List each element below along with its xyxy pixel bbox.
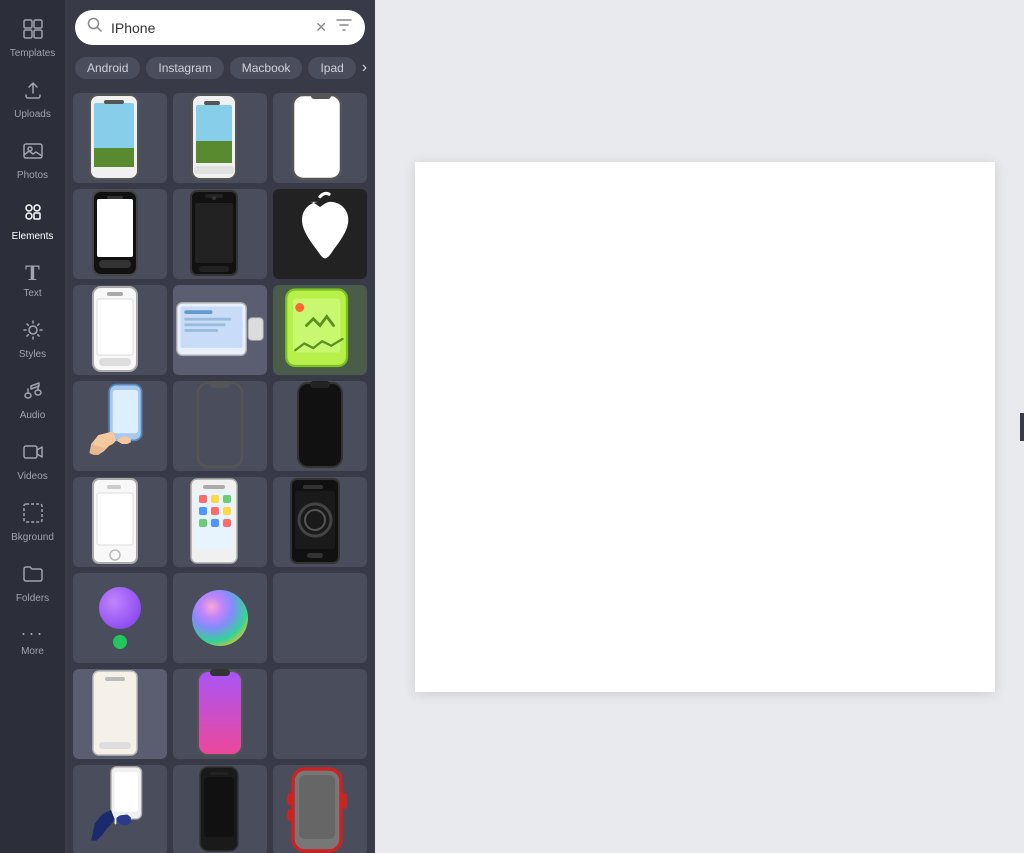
tag-android[interactable]: Android [75, 57, 140, 79]
grid-row-6 [73, 573, 367, 663]
grid-row-1 [73, 93, 367, 183]
purple-sphere [99, 587, 141, 629]
result-item-15[interactable] [273, 477, 367, 567]
sidebar-item-elements[interactable]: Elements [0, 191, 65, 252]
result-item-empty[interactable] [273, 573, 367, 663]
sidebar-item-label: More [21, 646, 44, 657]
result-item-4[interactable] [73, 189, 167, 279]
result-item-5[interactable] [173, 189, 267, 279]
tag-bar: Android Instagram Macbook Ipad › [65, 53, 375, 87]
canvas-area [375, 0, 1024, 853]
audio-icon [22, 380, 44, 406]
templates-icon [22, 18, 44, 44]
grid-row-2 [73, 189, 367, 279]
folders-icon [22, 563, 44, 589]
sidebar-item-photos[interactable]: Photos [0, 130, 65, 191]
more-icon: ··· [21, 624, 45, 642]
tag-ipad[interactable]: Ipad [308, 57, 355, 79]
result-item-spheres[interactable] [73, 573, 167, 663]
result-item-14[interactable] [173, 477, 267, 567]
sidebar-item-uploads[interactable]: Uploads [0, 69, 65, 130]
result-item-gradient-phone[interactable] [173, 669, 267, 759]
result-item-apple-logo[interactable] [273, 189, 367, 279]
canvas-page [415, 162, 995, 692]
tag-macbook[interactable]: Macbook [230, 57, 303, 79]
elements-icon [22, 201, 44, 227]
clear-icon[interactable]: ✕ [315, 19, 327, 36]
sidebar-item-label: Text [23, 288, 41, 299]
sidebar-item-audio[interactable]: Audio [0, 370, 65, 431]
grid-row-7 [73, 669, 367, 759]
green-dot [113, 635, 127, 649]
sidebar-item-label: Styles [19, 349, 46, 360]
result-item-12[interactable] [273, 381, 367, 471]
sidebar-item-label: Folders [16, 593, 49, 604]
sidebar-item-videos[interactable]: Videos [0, 431, 65, 492]
result-item-8[interactable] [173, 285, 267, 375]
result-item-11[interactable] [173, 381, 267, 471]
result-item-7[interactable] [73, 285, 167, 375]
search-bar: ✕ [65, 0, 375, 53]
grid-row-8 [73, 765, 367, 853]
result-item-hand-phone[interactable] [73, 765, 167, 853]
result-item-9[interactable] [273, 285, 367, 375]
sidebar-item-label: Templates [10, 48, 56, 59]
search-icon [87, 17, 103, 38]
grid-row-4 [73, 381, 367, 471]
search-input-wrap: ✕ [75, 10, 365, 45]
sidebar-item-label: Videos [17, 471, 47, 482]
result-item-apple-phone[interactable] [73, 669, 167, 759]
result-item-red-case[interactable] [273, 765, 367, 853]
tags-next-arrow[interactable]: › [362, 59, 367, 77]
sidebar-item-label: Elements [12, 231, 54, 242]
text-icon: T [25, 262, 40, 284]
result-item-2[interactable] [173, 93, 267, 183]
tag-instagram[interactable]: Instagram [146, 57, 223, 79]
result-item-10[interactable] [73, 381, 167, 471]
search-input[interactable] [111, 20, 307, 36]
sidebar-item-more[interactable]: ··· More [0, 614, 65, 667]
sidebar-item-label: Uploads [14, 109, 51, 120]
sidebar-item-templates[interactable]: Templates [0, 8, 65, 69]
rainbow-sphere [192, 590, 248, 646]
sidebar-item-folders[interactable]: Folders [0, 553, 65, 614]
result-item-1[interactable] [73, 93, 167, 183]
uploads-icon [22, 79, 44, 105]
grid-row-3 [73, 285, 367, 375]
sidebar-item-styles[interactable]: Styles [0, 309, 65, 370]
result-item-3[interactable] [273, 93, 367, 183]
search-results-grid [65, 87, 375, 853]
result-item-17[interactable] [273, 669, 367, 759]
grid-row-5 [73, 477, 367, 567]
result-item-rainbow-sphere[interactable] [173, 573, 267, 663]
sidebar-item-label: Photos [17, 170, 48, 181]
result-item-dark-slim[interactable] [173, 765, 267, 853]
elements-panel: ✕ Android Instagram Macbook Ipad › [65, 0, 375, 853]
sidebar-item-text[interactable]: T Text [0, 252, 65, 309]
photos-icon [22, 140, 44, 166]
sidebar-item-label: Audio [20, 410, 46, 421]
videos-icon [22, 441, 44, 467]
background-icon [22, 502, 44, 528]
styles-icon [22, 319, 44, 345]
result-item-13[interactable] [73, 477, 167, 567]
sidebar-item-background[interactable]: Bkground [0, 492, 65, 553]
filter-icon[interactable] [335, 16, 353, 39]
sidebar-item-label: Bkground [11, 532, 54, 543]
sidebar-nav: Templates Uploads Photos [0, 0, 65, 853]
